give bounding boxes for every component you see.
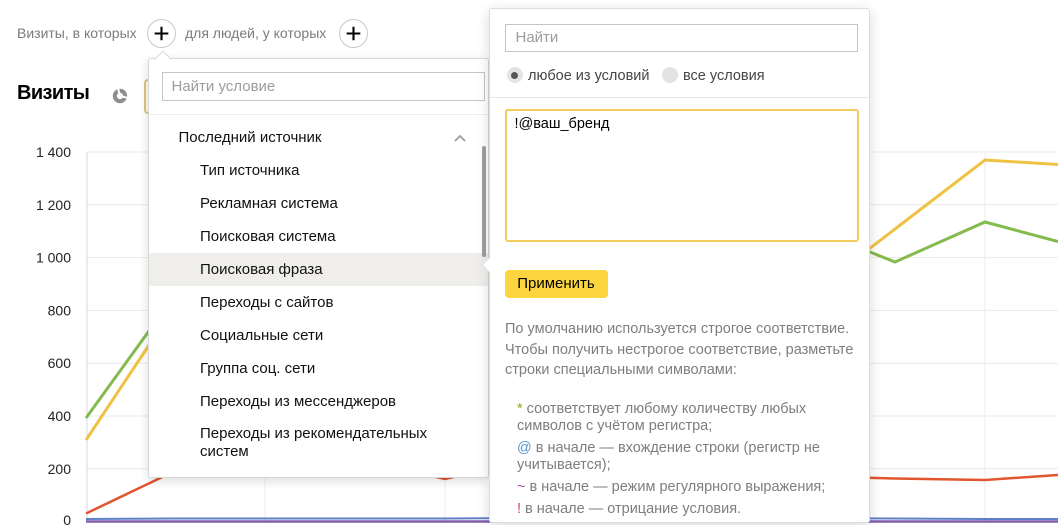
svg-text:1 200: 1 200 [36, 197, 71, 213]
svg-text:600: 600 [48, 355, 72, 371]
svg-text:400: 400 [48, 408, 72, 424]
svg-text:1 400: 1 400 [36, 144, 71, 160]
svg-text:0: 0 [63, 512, 71, 525]
svg-text:1 000: 1 000 [36, 250, 71, 266]
svg-text:800: 800 [48, 302, 72, 318]
svg-text:200: 200 [48, 461, 72, 477]
